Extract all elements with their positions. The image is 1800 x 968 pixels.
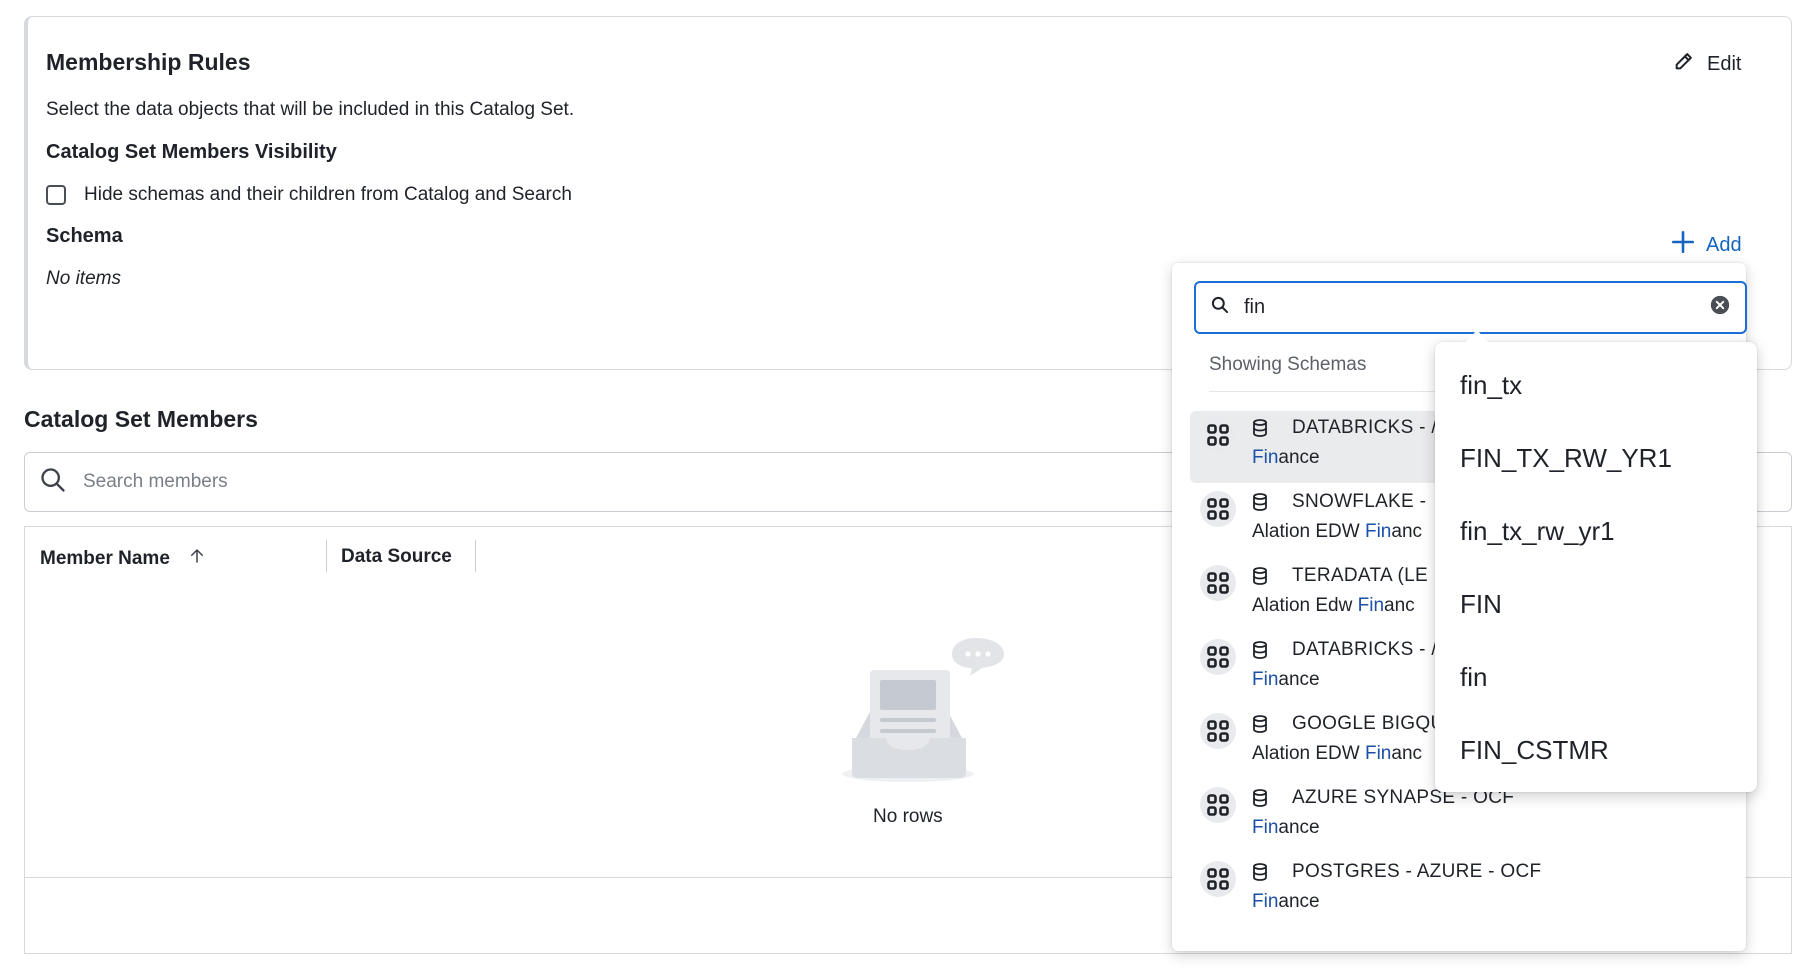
dropdown-divider: [1209, 391, 1439, 392]
column-data-source[interactable]: Data Source: [341, 546, 452, 568]
add-schema-button[interactable]: Add: [1670, 229, 1742, 261]
grid-icon: [1200, 639, 1236, 675]
no-rows-text: No rows: [873, 806, 943, 827]
result-subtitle: Finance: [1252, 669, 1320, 690]
schema-search-input[interactable]: [1242, 295, 1697, 320]
suggestion-item[interactable]: FIN: [1460, 589, 1502, 620]
add-label: Add: [1706, 233, 1742, 256]
result-title: SNOWFLAKE -: [1292, 491, 1427, 512]
column-separator[interactable]: [475, 540, 476, 572]
suggestion-item[interactable]: FIN_TX_RW_YR1: [1460, 443, 1672, 474]
arrow-up-icon: [188, 546, 206, 572]
column-separator[interactable]: [326, 540, 327, 572]
autocomplete-popup: [1435, 342, 1757, 792]
pencil-icon: [1673, 50, 1695, 78]
grid-icon: [1200, 491, 1236, 527]
database-icon: [1252, 863, 1268, 886]
result-title: TERADATA (LE: [1292, 565, 1428, 586]
database-icon: [1252, 641, 1268, 664]
members-search-input[interactable]: [81, 470, 685, 494]
database-icon: [1252, 419, 1268, 442]
hide-schemas-option[interactable]: Hide schemas and their children from Cat…: [46, 184, 572, 206]
result-title: POSTGRES - AZURE - OCF: [1292, 861, 1542, 882]
membership-rules-title: Membership Rules: [46, 49, 251, 75]
search-icon: [39, 466, 67, 499]
database-icon: [1252, 493, 1268, 516]
result-title: DATABRICKS - /: [1292, 417, 1437, 438]
suggestion-item[interactable]: FIN_CSTMR: [1460, 735, 1609, 766]
result-subtitle: Finance: [1252, 447, 1320, 468]
popup-arrow: [1465, 330, 1489, 343]
empty-inbox-illustration: [838, 634, 1006, 791]
schema-result-item[interactable]: POSTGRES - AZURE - OCF Finance: [1190, 855, 1743, 927]
suggestion-item[interactable]: fin_tx: [1460, 370, 1522, 401]
catalog-set-members-title: Catalog Set Members: [24, 406, 258, 432]
database-icon: [1252, 789, 1268, 812]
grid-icon: [1200, 565, 1236, 601]
data-source-header: Data Source: [341, 546, 452, 567]
grid-icon: [1200, 713, 1236, 749]
result-subtitle: Alation EDW Financ: [1252, 521, 1423, 542]
member-name-header: Member Name: [40, 548, 170, 569]
suggestion-item[interactable]: fin: [1460, 662, 1487, 693]
result-title: DATABRICKS - /: [1292, 639, 1437, 660]
no-items-text: No items: [46, 268, 121, 289]
result-subtitle: Finance: [1252, 817, 1320, 838]
result-subtitle: Finance: [1252, 891, 1320, 912]
visibility-title: Catalog Set Members Visibility: [46, 141, 337, 163]
plus-icon: [1670, 229, 1696, 261]
result-subtitle: Alation EDW Financ: [1252, 743, 1423, 764]
column-member-name[interactable]: Member Name: [40, 546, 206, 572]
edit-button[interactable]: Edit: [1673, 50, 1741, 78]
hide-schemas-label: Hide schemas and their children from Cat…: [84, 184, 572, 205]
edit-label: Edit: [1707, 52, 1742, 75]
database-icon: [1252, 567, 1268, 590]
result-title: GOOGLE BIGQU: [1292, 713, 1445, 734]
database-icon: [1252, 715, 1268, 738]
hide-schemas-checkbox[interactable]: [46, 185, 66, 205]
showing-schemas-label: Showing Schemas: [1209, 354, 1367, 375]
grid-icon: [1200, 861, 1236, 897]
rules-description: Select the data objects that will be inc…: [46, 99, 575, 120]
schema-title: Schema: [46, 225, 123, 247]
schema-search-box[interactable]: [1194, 281, 1747, 334]
grid-icon: [1200, 417, 1236, 453]
clear-icon[interactable]: [1709, 294, 1731, 321]
result-subtitle: Alation Edw Financ: [1252, 595, 1415, 616]
search-icon: [1210, 295, 1230, 320]
grid-icon: [1200, 787, 1236, 823]
suggestion-item[interactable]: fin_tx_rw_yr1: [1460, 516, 1615, 547]
